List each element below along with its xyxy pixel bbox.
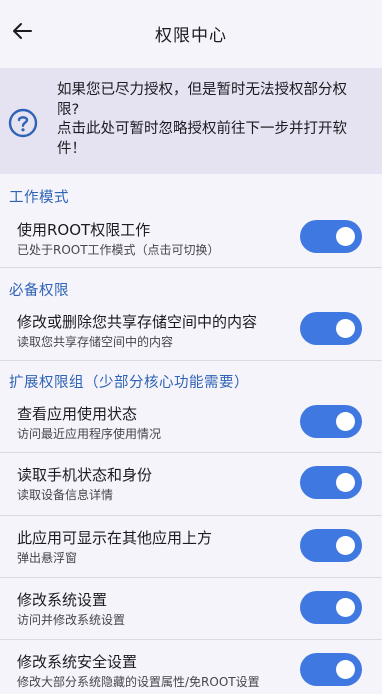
permission-title: 查看应用使用状态 bbox=[17, 405, 138, 423]
permission-subtitle: 读取您共享存储空间中的内容 bbox=[17, 335, 174, 349]
toggle-knob bbox=[336, 598, 355, 617]
skip-permissions-notice[interactable]: 如果您已尽力授权，但是暂时无法授权部分权 限? 点击此处可暂时忽略授权前往下一步… bbox=[0, 68, 382, 174]
app-bar: 权限中心 bbox=[0, 0, 382, 66]
permission-subtitle: 修改大部分系统隐藏的设置属性/免ROOT设置 bbox=[17, 675, 260, 689]
permission-title: 修改或删除您共享存储空间中的内容 bbox=[17, 313, 258, 331]
notice-line: 点击此处可暂时忽略授权前往下一步并打开软 bbox=[57, 121, 347, 137]
permission-item-write-settings[interactable]: 修改系统设置 访问并修改系统设置 bbox=[0, 578, 382, 638]
section-work-mode: 工作模式 bbox=[9, 190, 69, 206]
permission-title: 读取手机状态和身份 bbox=[17, 466, 153, 484]
permission-item-phone-state[interactable]: 读取手机状态和身份 读取设备信息详情 bbox=[0, 453, 382, 514]
permission-subtitle: 访问并修改系统设置 bbox=[17, 613, 126, 627]
divider bbox=[0, 360, 382, 361]
permission-item-usage-stats[interactable]: 查看应用使用状态 访问最近应用程序使用情况 bbox=[0, 394, 382, 450]
secure-settings-toggle[interactable] bbox=[300, 653, 362, 686]
permission-title: 此应用可显示在其他应用上方 bbox=[17, 529, 213, 547]
permission-item-root[interactable]: 使用ROOT权限工作 已处于ROOT工作模式（点击可切换） bbox=[0, 210, 382, 266]
page-title: 权限中心 bbox=[155, 26, 227, 46]
permission-title: 修改系统设置 bbox=[17, 591, 108, 609]
notice-line: 限? bbox=[57, 101, 80, 118]
permission-title: 使用ROOT权限工作 bbox=[17, 221, 151, 239]
toggle-knob bbox=[336, 536, 355, 555]
write-settings-toggle[interactable] bbox=[300, 591, 362, 624]
divider bbox=[0, 267, 382, 268]
section-extended: 扩展权限组（少部分核心功能需要） bbox=[9, 375, 249, 391]
toggle-knob bbox=[336, 412, 355, 431]
permission-item-overlay[interactable]: 此应用可显示在其他应用上方 弹出悬浮窗 bbox=[0, 516, 382, 576]
notice-line: 件！ bbox=[57, 140, 86, 157]
notice-text: 如果您已尽力授权，但是暂时无法授权部分权 限? 点击此处可暂时忽略授权前往下一步… bbox=[57, 81, 375, 159]
toggle-knob bbox=[336, 660, 355, 679]
permission-subtitle: 已处于ROOT工作模式（点击可切换） bbox=[17, 243, 220, 257]
section-required: 必备权限 bbox=[9, 283, 69, 299]
permission-subtitle: 访问最近应用程序使用情况 bbox=[17, 427, 162, 441]
toggle-knob bbox=[336, 227, 355, 246]
phone-state-toggle[interactable] bbox=[300, 466, 362, 499]
notice-line: 如果您已尽力授权，但是暂时无法授权部分权 bbox=[57, 82, 347, 98]
permission-item-secure-settings[interactable]: 修改系统安全设置 修改大部分系统隐藏的设置属性/免ROOT设置 bbox=[0, 640, 382, 694]
permission-item-storage[interactable]: 修改或删除您共享存储空间中的内容 读取您共享存储空间中的内容 bbox=[0, 303, 382, 359]
toggle-knob bbox=[336, 319, 355, 338]
permission-subtitle: 读取设备信息详情 bbox=[17, 488, 114, 502]
storage-toggle[interactable] bbox=[300, 312, 362, 345]
overlay-toggle[interactable] bbox=[300, 529, 362, 562]
toggle-knob bbox=[336, 473, 355, 492]
usage-stats-toggle[interactable] bbox=[300, 405, 362, 438]
permission-title: 修改系统安全设置 bbox=[17, 653, 138, 671]
help-circle-icon bbox=[8, 108, 38, 138]
permission-subtitle: 弹出悬浮窗 bbox=[17, 551, 78, 565]
root-toggle[interactable] bbox=[300, 220, 362, 253]
